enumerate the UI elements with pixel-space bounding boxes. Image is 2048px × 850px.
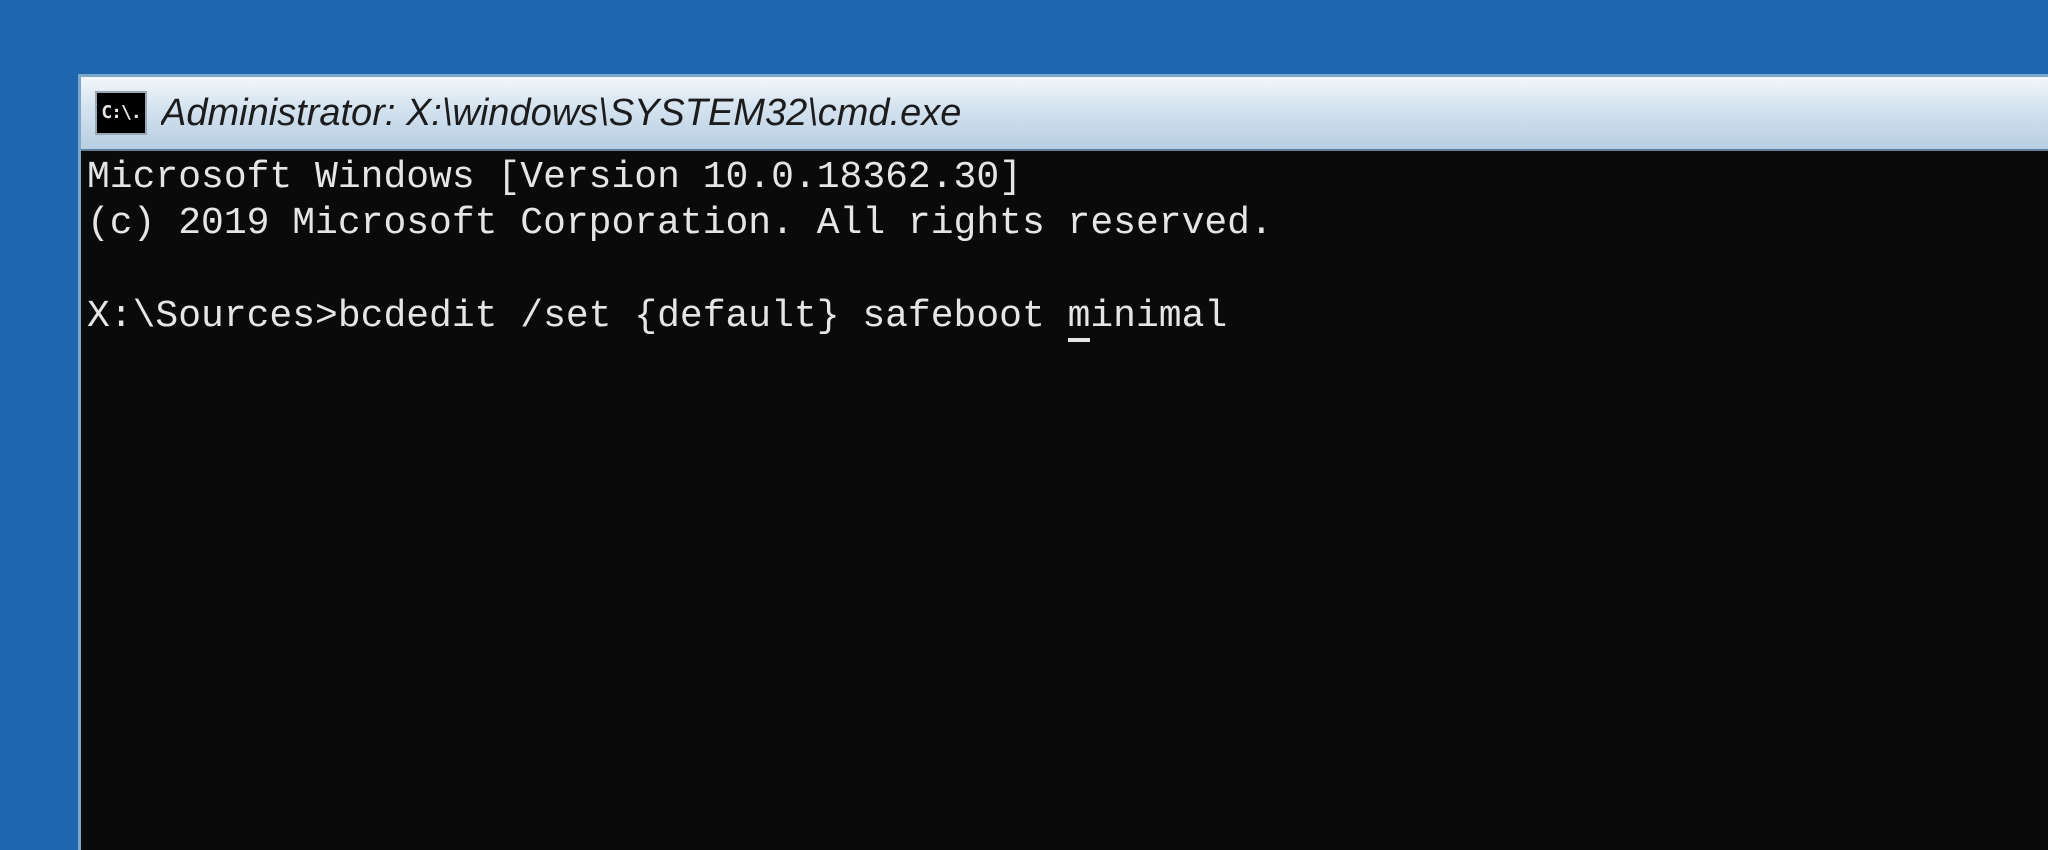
typed-command-pre[interactable]: bcdedit /set {default} safeboot xyxy=(338,295,1068,338)
desktop-background: C:\. Administrator: X:\windows\SYSTEM32\… xyxy=(0,0,2048,850)
cmd-icon: C:\. xyxy=(95,91,147,135)
terminal-output[interactable]: Microsoft Windows [Version 10.0.18362.30… xyxy=(81,151,2048,850)
window-title: Administrator: X:\windows\SYSTEM32\cmd.e… xyxy=(161,92,961,135)
prompt: X:\Sources> xyxy=(87,295,338,338)
banner-line-2: (c) 2019 Microsoft Corporation. All righ… xyxy=(87,202,1273,245)
typed-command-post[interactable]: inimal xyxy=(1090,295,1227,338)
title-bar[interactable]: C:\. Administrator: X:\windows\SYSTEM32\… xyxy=(81,77,2048,151)
banner-line-1: Microsoft Windows [Version 10.0.18362.30… xyxy=(87,156,1022,199)
cmd-window[interactable]: C:\. Administrator: X:\windows\SYSTEM32\… xyxy=(78,74,2048,850)
text-cursor[interactable]: m xyxy=(1068,295,1091,342)
